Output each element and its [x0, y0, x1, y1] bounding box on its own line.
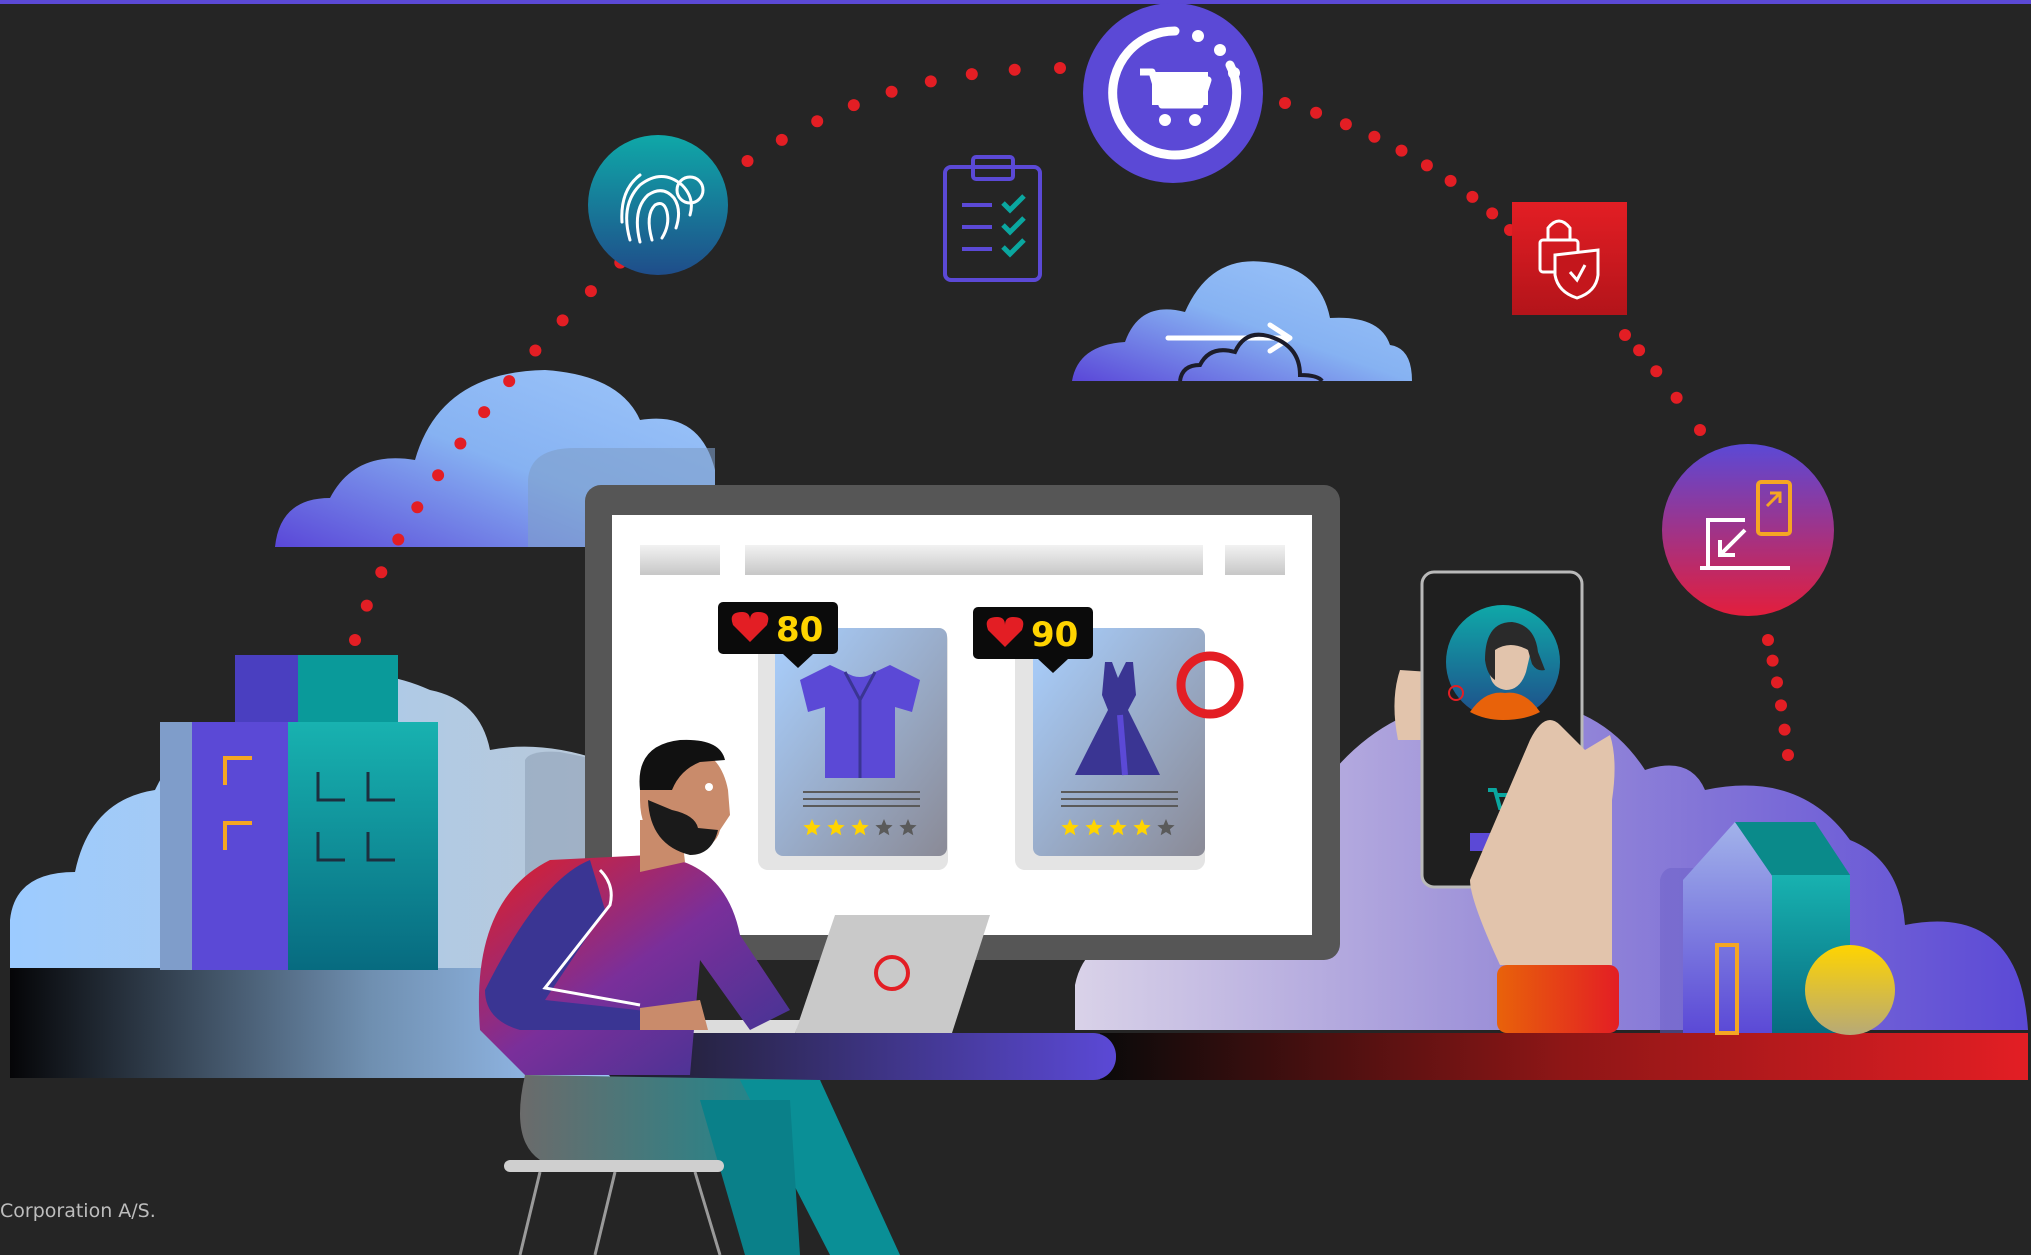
connection-dot [392, 533, 405, 546]
connection-dot [1782, 749, 1794, 761]
connection-dot [478, 406, 491, 419]
connection-dot [1466, 190, 1479, 203]
connection-dot [847, 99, 860, 112]
connection-dot [432, 469, 445, 482]
ground-right [1100, 1033, 2028, 1080]
fingerprint-icon [588, 135, 728, 275]
connection-dot [1279, 97, 1291, 109]
connection-dot [454, 437, 467, 450]
nav-bar-right [1225, 545, 1285, 575]
connection-dot [375, 566, 388, 579]
connection-dot [1008, 63, 1021, 76]
connection-dot [411, 501, 424, 514]
connection-dot [556, 314, 569, 327]
connection-dot [885, 85, 898, 98]
cloud-sync-icon [1072, 261, 1412, 383]
connection-dot [1694, 424, 1706, 436]
nav-bar-left [640, 545, 720, 575]
connection-dot [1778, 723, 1791, 736]
connection-dot [1771, 676, 1783, 689]
connection-dot [1633, 344, 1646, 357]
connection-dot [1650, 365, 1663, 378]
cart-refresh-icon [1083, 3, 1263, 183]
connection-dot [1339, 118, 1352, 131]
connection-dot [503, 375, 516, 388]
connection-dot [1619, 329, 1631, 341]
connection-dot [1762, 634, 1774, 646]
connection-dot [1766, 654, 1779, 667]
connection-dot [811, 115, 824, 128]
connection-dot [1395, 144, 1408, 157]
resize-devices-icon [1662, 444, 1834, 616]
connection-dot [349, 634, 361, 646]
office-building [160, 655, 438, 970]
connection-dot [1670, 391, 1683, 404]
sun [1805, 945, 1895, 1035]
connection-dot [1775, 699, 1787, 712]
connection-dot [924, 75, 937, 88]
connection-dot [741, 155, 754, 167]
connection-dot [965, 68, 978, 81]
connection-dot [1486, 207, 1499, 220]
connection-dot [529, 344, 542, 357]
connection-dot [584, 285, 597, 298]
connection-dot [1444, 174, 1457, 187]
clipboard-checklist-icon [943, 155, 1042, 282]
copyright-text: Corporation A/S. [0, 1200, 156, 1222]
lock-shield-icon [1512, 202, 1627, 315]
nav-bar-center [745, 545, 1203, 575]
connection-dot [1420, 159, 1433, 172]
ecommerce-illustration: 80 90 [10, 3, 2028, 1255]
connection-dot [1310, 106, 1323, 119]
connection-dot [1054, 62, 1066, 74]
connection-dot [360, 599, 373, 612]
connection-dot [1368, 130, 1381, 143]
connection-dot [775, 133, 788, 146]
like-count: 80 [776, 610, 823, 650]
like-count: 90 [1031, 615, 1078, 655]
